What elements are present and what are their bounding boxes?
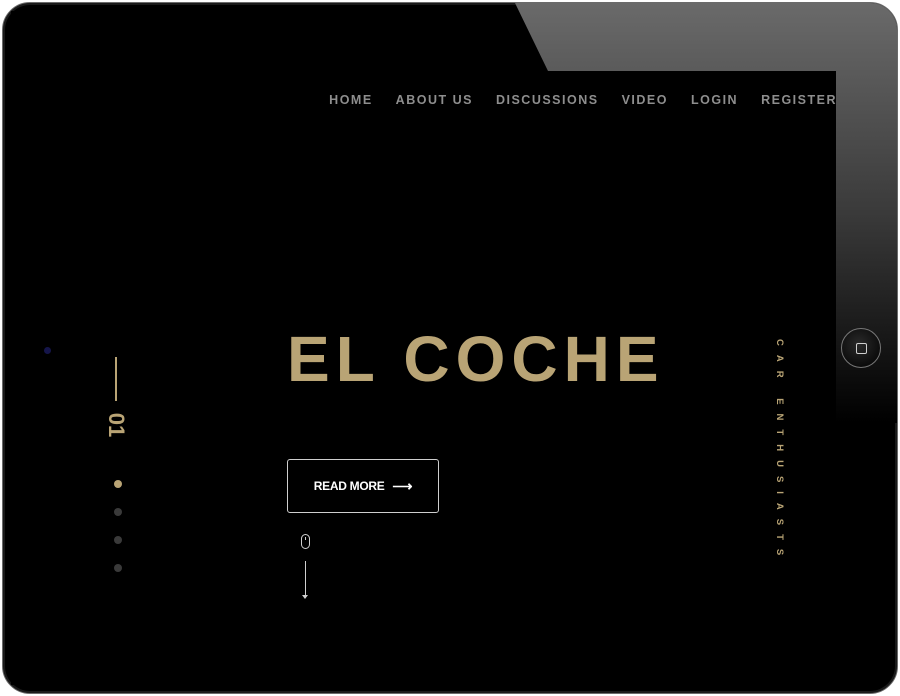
read-more-button[interactable]: READ MORE ⟶: [287, 459, 439, 513]
nav-register[interactable]: REGISTER: [761, 93, 837, 111]
nav-video[interactable]: VIDEO: [622, 93, 668, 111]
scroll-down-line: [305, 561, 306, 597]
decorative-dot: [44, 347, 51, 354]
nav-login[interactable]: LOGIN: [691, 93, 738, 111]
scroll-down-arrow-icon[interactable]: [302, 595, 308, 599]
slider-indicator-line: [115, 357, 117, 401]
nav-home[interactable]: HOME: [329, 93, 373, 111]
hero-title: EL COCHE: [287, 323, 665, 395]
website-screen: HOME ABOUT US DISCUSSIONS VIDEO LOGIN RE…: [11, 11, 837, 685]
side-tagline: CAR ENTHUSIASTS: [774, 339, 785, 565]
nav-about-us[interactable]: ABOUT US: [396, 93, 473, 111]
arrow-right-icon: ⟶: [392, 477, 413, 494]
home-button[interactable]: [841, 328, 881, 368]
slide-dot-2[interactable]: [114, 508, 122, 516]
slide-dot-4[interactable]: [114, 564, 122, 572]
mouse-scroll-icon: [301, 534, 310, 549]
main-nav: HOME ABOUT US DISCUSSIONS VIDEO LOGIN RE…: [306, 93, 837, 111]
slide-dot-1[interactable]: [114, 480, 122, 488]
read-more-label: READ MORE: [313, 479, 385, 493]
slide-number: 01: [104, 412, 129, 438]
tablet-frame: HOME ABOUT US DISCUSSIONS VIDEO LOGIN RE…: [2, 2, 898, 694]
slide-dot-3[interactable]: [114, 536, 122, 544]
nav-discussions[interactable]: DISCUSSIONS: [496, 93, 599, 111]
home-button-icon: [855, 342, 867, 354]
